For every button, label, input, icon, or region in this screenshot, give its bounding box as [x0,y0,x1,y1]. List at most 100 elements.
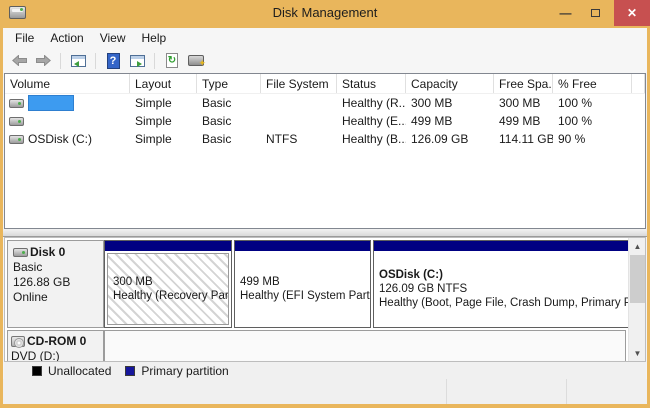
partition-info: 499 MB Healthy (EFI System Partit [235,251,370,327]
primary-partition-label: Primary partition [141,364,228,378]
partition-info: OSDisk (C:) 126.09 GB NTFS Healthy (Boot… [374,251,628,327]
help-button[interactable]: ? [103,51,123,71]
toolbar-separator [60,53,61,69]
partition-status: Healthy (EFI System Partit [240,289,370,303]
status-section-main [3,379,446,404]
volume-cell [5,95,130,111]
cdrom0-label[interactable]: CD-ROM 0 DVD (D:) [7,330,104,362]
toolbar-separator [154,53,155,69]
refresh-button[interactable]: ↻ [162,51,182,71]
status-section-2 [446,379,566,404]
toolbar-separator [95,53,96,69]
refresh-icon: ↻ [166,53,178,68]
column-header-free-space[interactable]: Free Spa... [494,74,553,93]
unallocated-label: Unallocated [48,364,111,378]
menu-help[interactable]: Help [134,29,175,47]
client-area: File Action View Help ? [3,28,647,404]
partition-recovery[interactable]: 300 MB Healthy (Recovery Parti [104,240,232,328]
column-header-status[interactable]: Status [337,74,406,93]
disk-management-window: Disk Management — ✕ File Action View Hel… [0,0,650,408]
column-header-layout[interactable]: Layout [130,74,197,93]
unallocated-swatch [32,366,42,376]
disk0-label[interactable]: Disk 0 Basic 126.88 GB Online [7,240,104,328]
volume-list-header: Volume Layout Type File System Status Ca… [5,74,645,94]
column-header-file-system[interactable]: File System [261,74,337,93]
percent-free-cell: 100 % [553,114,632,128]
create-vhd-button[interactable] [186,51,206,71]
free-space-cell: 300 MB [494,96,553,110]
disk0-status: Online [13,290,103,305]
partition-size: 499 MB [240,275,370,289]
disk0-type: Basic [13,260,103,275]
selected-volume-name [28,95,74,111]
column-header-filler [632,74,645,93]
graphical-view: Disk 0 Basic 126.88 GB Online 300 MB Hea… [4,237,646,362]
minimize-button[interactable]: — [551,0,580,26]
volume-row-osdisk[interactable]: OSDisk (C:) Simple Basic NTFS Healthy (B… [5,130,645,148]
volume-icon [9,135,24,144]
capacity-cell: 499 MB [406,114,494,128]
partition-efi[interactable]: 499 MB Healthy (EFI System Partit [234,240,371,328]
titlebar[interactable]: Disk Management — ✕ [0,0,650,28]
partition-size: 300 MB [113,275,228,289]
partition-size: 126.09 GB NTFS [379,282,628,296]
column-header-volume[interactable]: Volume [5,74,130,93]
volume-row-efi[interactable]: Simple Basic Healthy (E... 499 MB 499 MB… [5,112,645,130]
cdrom0-row: CD-ROM 0 DVD (D:) [7,330,626,362]
capacity-cell: 126.09 GB [406,132,494,146]
volume-cell [5,117,130,126]
percent-free-cell: 100 % [553,96,632,110]
type-cell: Basic [197,96,261,110]
primary-partition-swatch [125,366,135,376]
action-pane-icon [130,55,145,67]
volume-icon [9,117,24,126]
status-section-3 [566,379,647,404]
disk0-row: Disk 0 Basic 126.88 GB Online 300 MB Hea… [7,240,626,328]
console-tree-icon [71,55,86,67]
column-header-type[interactable]: Type [197,74,261,93]
partition-osdisk[interactable]: OSDisk (C:) 126.09 GB NTFS Healthy (Boot… [373,240,629,328]
column-header-percent-free[interactable]: % Free [553,74,632,93]
layout-cell: Simple [130,114,197,128]
close-button[interactable]: ✕ [614,0,650,26]
volume-row-recovery[interactable]: Simple Basic Healthy (R... 300 MB 300 MB… [5,94,645,112]
back-icon [12,55,27,66]
volume-cell: OSDisk (C:) [5,132,130,146]
scroll-up-icon[interactable]: ▲ [629,238,646,254]
disk0-size: 126.88 GB [13,275,103,290]
menu-file[interactable]: File [7,29,42,47]
partition-color-band [374,241,628,251]
scroll-down-icon[interactable]: ▼ [629,345,646,361]
cdrom0-media-area[interactable] [104,330,626,362]
show-action-pane-button[interactable] [127,51,147,71]
disk-icon [13,248,28,257]
menu-action[interactable]: Action [42,29,91,47]
minimize-icon: — [560,6,572,20]
volume-name: OSDisk (C:) [28,132,92,146]
status-cell: Healthy (R... [337,96,406,110]
show-console-tree-button[interactable] [68,51,88,71]
pane-splitter[interactable] [3,229,647,237]
status-bar [3,379,647,404]
maximize-icon [591,9,600,17]
menu-view[interactable]: View [92,29,134,47]
free-space-cell: 114.11 GB [494,132,553,146]
forward-button[interactable] [33,51,53,71]
forward-icon [36,55,51,66]
type-cell: Basic [197,132,261,146]
maximize-button[interactable] [581,0,610,26]
column-header-capacity[interactable]: Capacity [406,74,494,93]
graphical-view-scrollbar[interactable]: ▲ ▼ [628,238,645,361]
free-space-cell: 499 MB [494,114,553,128]
help-icon: ? [107,53,120,69]
legend-bar: Unallocated Primary partition [4,362,646,379]
back-button[interactable] [9,51,29,71]
scrollbar-thumb[interactable] [630,255,645,303]
partition-status: Healthy (Boot, Page File, Crash Dump, Pr… [379,296,628,310]
toolbar: ? ↻ [3,48,647,73]
partition-color-band [105,241,231,251]
partition-name: OSDisk (C:) [379,268,628,282]
volume-icon [9,99,24,108]
layout-cell: Simple [130,96,197,110]
status-cell: Healthy (B... [337,132,406,146]
